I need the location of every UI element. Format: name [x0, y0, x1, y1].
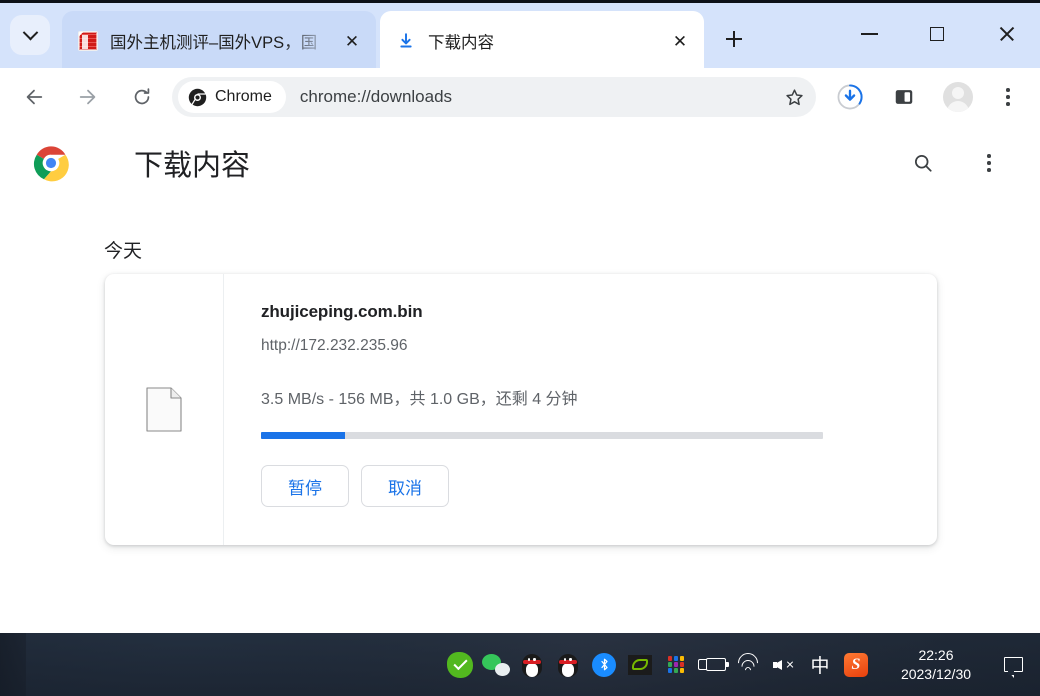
close-icon	[998, 25, 1016, 43]
download-source-url[interactable]: http://172.232.235.96	[261, 337, 937, 355]
tray-color-grid[interactable]	[658, 639, 694, 691]
side-panel-icon	[895, 90, 913, 104]
downloads-menu-button[interactable]	[970, 144, 1008, 182]
search-icon	[914, 154, 932, 172]
wechat-icon	[482, 653, 510, 676]
notification-center-button[interactable]	[994, 639, 1032, 691]
reload-icon	[134, 88, 150, 105]
volume-muted-icon	[773, 656, 795, 674]
browser-tab-2-title: 下载内容	[428, 34, 494, 52]
downloads-date-group-label: 今天	[104, 241, 143, 262]
tray-sogou-input[interactable]: S	[838, 639, 874, 691]
tray-qq-2[interactable]	[550, 639, 586, 691]
forward-arrow-icon	[79, 89, 96, 105]
maximize-icon	[930, 27, 944, 41]
download-action-buttons: 暂停 取消	[261, 465, 937, 507]
qq-icon	[521, 652, 543, 678]
color-grid-icon	[667, 656, 685, 673]
download-file-name[interactable]: zhujiceping.com.bin	[261, 302, 937, 322]
sogou-icon: S	[844, 652, 868, 677]
chevron-down-icon	[22, 24, 38, 40]
pause-download-button[interactable]: 暂停	[261, 465, 349, 507]
clock-date: 2023/12/30	[900, 665, 972, 682]
browser-tab-1-title: 国外主机测评–国外VPS，国	[110, 34, 318, 52]
download-progress-bar	[261, 432, 823, 439]
profile-button[interactable]	[938, 77, 978, 117]
back-arrow-icon	[26, 89, 43, 105]
window-minimize-button[interactable]	[840, 11, 898, 57]
download-progress-fill	[261, 432, 346, 439]
battery-charging-icon	[698, 656, 729, 674]
browser-tab-1[interactable]: 国外主机测评–国外VPS，国 ✕	[62, 11, 376, 71]
qq-icon-2	[557, 652, 579, 678]
notification-icon	[1003, 657, 1023, 678]
download-item-details: zhujiceping.com.bin http://172.232.235.9…	[224, 274, 937, 545]
bookmark-button[interactable]	[776, 79, 812, 115]
back-button[interactable]	[14, 77, 54, 117]
tray-security-check[interactable]	[442, 639, 478, 691]
ime-label: 中	[810, 656, 830, 677]
tray-qq-1[interactable]	[514, 639, 550, 691]
omnibox-chip-label: Chrome	[215, 88, 272, 105]
forward-button[interactable]	[68, 77, 108, 117]
downloads-page: zhujiceping.com 下载内容	[0, 126, 1040, 633]
browser-tab-2-close-button[interactable]: ✕	[666, 27, 694, 55]
system-tray: 中 S 22:26 2023/12/30	[442, 639, 1032, 691]
downloads-button[interactable]	[830, 77, 870, 117]
kebab-menu-icon	[987, 154, 991, 172]
wifi-icon	[733, 648, 763, 677]
tray-wechat[interactable]	[478, 639, 514, 691]
bluetooth-icon	[592, 652, 616, 677]
browser-toolbar: Chrome chrome://downloads	[0, 68, 1040, 126]
download-file-icon-cell	[105, 274, 224, 545]
omnibox[interactable]: Chrome chrome://downloads	[172, 77, 816, 117]
omnibox-url-text[interactable]: chrome://downloads	[300, 87, 452, 107]
red-seal-favicon	[78, 31, 98, 51]
minimize-icon	[860, 33, 878, 35]
clock-time: 22:26	[918, 646, 954, 663]
omnibox-chrome-chip[interactable]: Chrome	[178, 81, 286, 113]
windows-taskbar: 中 S 22:26 2023/12/30	[0, 633, 1040, 696]
generic-file-icon	[146, 387, 182, 432]
new-tab-button[interactable]	[716, 21, 752, 57]
browser-menu-button[interactable]	[988, 77, 1028, 117]
chrome-browser-window: 国外主机测评–国外VPS，国 ✕ 下载内容 ✕ Chrome chrome://…	[0, 0, 1040, 633]
download-item-card[interactable]: zhujiceping.com.bin http://172.232.235.9…	[105, 274, 937, 545]
page-title: 下载内容	[134, 150, 251, 182]
tray-wifi[interactable]	[730, 639, 766, 691]
window-close-button[interactable]	[978, 11, 1036, 57]
tab-search-button[interactable]	[10, 15, 50, 55]
reload-button[interactable]	[122, 77, 162, 117]
tray-volume[interactable]	[766, 639, 802, 691]
tray-battery[interactable]	[694, 639, 730, 691]
window-maximize-button[interactable]	[908, 11, 966, 57]
kebab-menu-icon	[1006, 88, 1010, 106]
tray-ime-language[interactable]: 中	[802, 639, 838, 691]
search-downloads-button[interactable]	[904, 144, 942, 182]
download-status-text: 3.5 MB/s - 156 MB，共 1.0 GB，还剩 4 分钟	[261, 391, 578, 408]
nvidia-icon	[628, 654, 652, 675]
downloads-header-actions	[904, 144, 1008, 182]
avatar-icon	[943, 82, 973, 112]
downloads-progress-icon	[837, 84, 863, 110]
downloads-page-header: 下载内容	[0, 126, 1040, 200]
security-check-icon	[447, 651, 473, 678]
taskbar-clock[interactable]: 22:26 2023/12/30	[884, 639, 988, 691]
cancel-download-button[interactable]: 取消	[361, 465, 449, 507]
tray-bluetooth[interactable]	[586, 639, 622, 691]
side-panel-button[interactable]	[884, 77, 924, 117]
download-icon	[396, 31, 416, 51]
browser-tab-1-close-button[interactable]: ✕	[338, 27, 366, 55]
star-icon	[785, 88, 803, 105]
tab-strip: 国外主机测评–国外VPS，国 ✕ 下载内容 ✕	[0, 0, 1040, 71]
browser-tab-2[interactable]: 下载内容 ✕	[380, 11, 704, 71]
chrome-logo	[33, 146, 69, 182]
tray-nvidia[interactable]	[622, 639, 658, 691]
chrome-icon	[188, 88, 207, 106]
